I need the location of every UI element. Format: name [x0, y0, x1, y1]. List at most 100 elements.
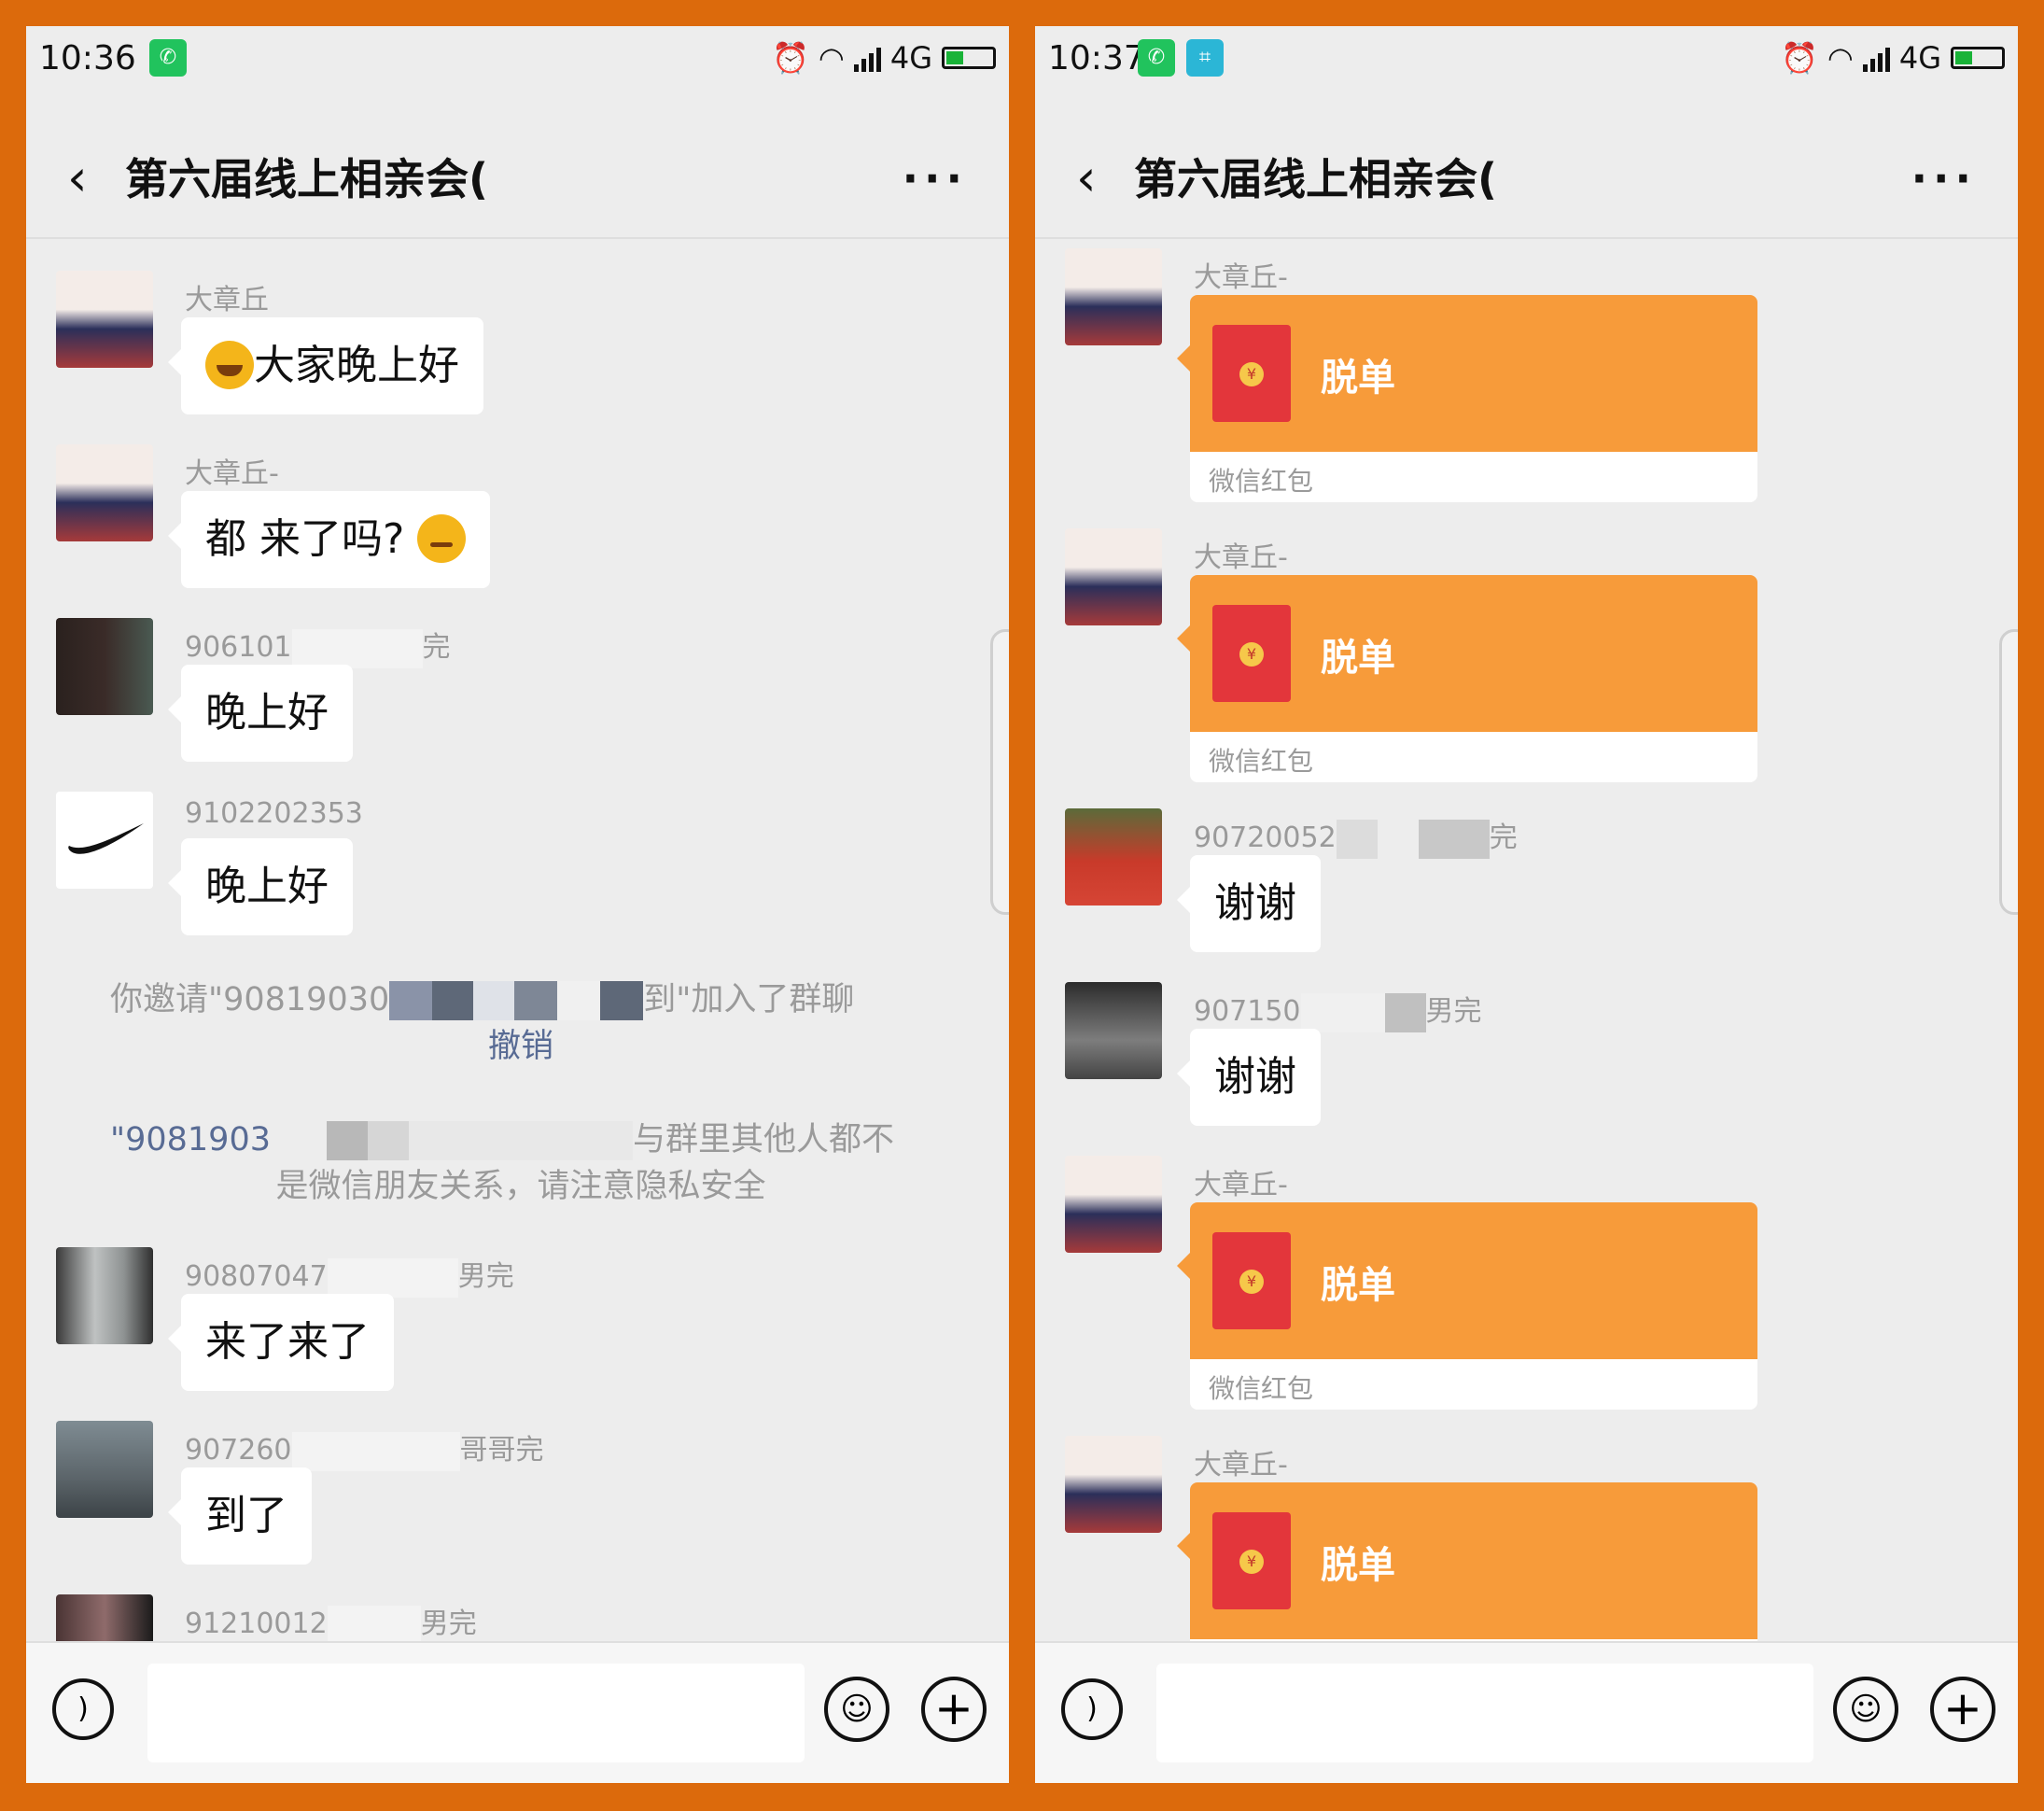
more-dots-icon[interactable]: ··· — [903, 153, 968, 204]
status-bar: 10:36 ✆ ⏰ ◠ 4G — [26, 26, 1009, 119]
sender-name: 906101 完 — [185, 624, 451, 668]
sender-name: 大章丘- — [1194, 261, 1288, 294]
wechat-notification-icon: ✆ — [1138, 39, 1175, 77]
system-message-privacy: "9081903 与群里其他人都不 是微信朋友关系，请注意隐私安全 — [110, 1121, 894, 1205]
message-list[interactable]: 大章丘- ¥ 脱单 微信红包 大章丘- ¥ 脱单 微信红包 90720052 完… — [1035, 237, 2018, 1671]
wechat-notification-icon: ✆ — [149, 39, 187, 77]
chat-title: 第六届线上相亲会( — [1134, 154, 1498, 204]
red-packet[interactable]: ¥ 脱单 微信红包 — [1190, 575, 1757, 782]
status-bar: 10:37 ✆ ⌗ ⏰ ◠ 4G — [1035, 26, 2018, 119]
sender-name: 大章丘- — [185, 457, 279, 490]
chat-screen-left: 10:36 ✆ ⏰ ◠ 4G ‹ 第六届线上相亲会( ··· 大章丘 大家晚上好… — [26, 26, 1009, 1783]
message-bubble[interactable]: 来了来了 — [168, 1294, 394, 1391]
scan-notification-icon: ⌗ — [1186, 39, 1224, 77]
emoji-icon[interactable]: ☺ — [824, 1677, 889, 1742]
sender-name: 大章丘- — [1194, 1169, 1288, 1201]
chevron-left-icon[interactable]: ‹ — [1076, 153, 1110, 204]
signal-icon — [853, 44, 881, 72]
red-packet-title: 脱单 — [1321, 1264, 1395, 1307]
sender-name: 91210012 男完 — [185, 1600, 477, 1645]
sender-name: 9102202353 — [185, 797, 363, 830]
signal-icon — [1862, 44, 1890, 72]
red-envelope-icon: ¥ — [1212, 325, 1291, 422]
status-icons: ⏰ ◠ 4G — [1781, 39, 2005, 77]
revoke-link[interactable]: 撤销 — [488, 1028, 553, 1065]
message-list[interactable]: 大章丘 大家晚上好 大章丘- 都 来了吗? 906101 完 晚上好 910220… — [26, 237, 1009, 1671]
red-packet-label: 微信红包 — [1209, 746, 1314, 777]
emoji-icon[interactable]: ☺ — [1833, 1677, 1898, 1742]
message-input[interactable] — [1156, 1664, 1813, 1762]
sender-name: 90807047 男完 — [185, 1253, 514, 1298]
voice-icon[interactable]: ) — [1061, 1678, 1123, 1740]
plus-icon[interactable]: + — [921, 1677, 987, 1742]
bubble-tail — [1177, 1253, 1190, 1279]
voice-icon[interactable]: ) — [52, 1678, 114, 1740]
more-dots-icon[interactable]: ··· — [1911, 153, 1977, 204]
message-text: 大家晚上好 — [254, 342, 459, 389]
wifi-icon: ◠ — [818, 40, 845, 76]
message-bubble[interactable]: 谢谢 — [1177, 1029, 1321, 1126]
sender-name: 大章丘- — [1194, 541, 1288, 574]
message-text: 来了来了 — [205, 1318, 370, 1366]
red-packet[interactable]: ¥ 脱单 微信红包 — [1190, 295, 1757, 502]
red-packet-title: 脱单 — [1321, 637, 1395, 680]
battery-icon — [942, 47, 996, 69]
message-input[interactable] — [147, 1664, 805, 1762]
bubble-tail — [1177, 345, 1190, 372]
message-bubble[interactable]: 谢谢 — [1177, 855, 1321, 952]
grin-emoji-icon — [205, 341, 254, 389]
avatar[interactable] — [56, 1247, 153, 1344]
avatar[interactable] — [1065, 248, 1162, 345]
bubble-tail — [1177, 1533, 1190, 1559]
avatar[interactable] — [56, 792, 153, 889]
red-packet-label: 微信红包 — [1209, 466, 1314, 497]
nav-bar: ‹ 第六届线上相亲会( ··· — [26, 119, 1009, 239]
status-icons: ⏰ ◠ 4G — [772, 39, 996, 77]
network-type: 4G — [889, 40, 932, 76]
status-time: 10:36 — [39, 39, 136, 77]
avatar[interactable] — [56, 444, 153, 541]
red-envelope-icon: ¥ — [1212, 1232, 1291, 1329]
chat-title: 第六届线上相亲会( — [125, 154, 489, 204]
scroll-handle[interactable] — [1999, 629, 2018, 915]
message-text: 到了 — [205, 1492, 287, 1539]
chevron-left-icon[interactable]: ‹ — [67, 153, 101, 204]
plus-icon[interactable]: + — [1930, 1677, 1995, 1742]
message-text: 谢谢 — [1214, 879, 1296, 927]
avatar[interactable] — [56, 618, 153, 715]
message-bubble[interactable]: 大家晚上好 — [168, 317, 483, 414]
avatar[interactable] — [56, 1421, 153, 1518]
smirk-emoji-icon — [417, 514, 467, 563]
message-text: 都 来了吗? — [205, 515, 405, 563]
avatar[interactable] — [1065, 982, 1162, 1079]
message-text: 晚上好 — [205, 689, 329, 737]
red-packet-title: 脱单 — [1321, 1544, 1395, 1587]
message-text: 谢谢 — [1214, 1053, 1296, 1101]
avatar[interactable] — [1065, 1156, 1162, 1253]
red-envelope-icon: ¥ — [1212, 605, 1291, 702]
system-message-invite: 你邀请"90819030 到"加入了群聊 撤销 — [110, 981, 855, 1065]
message-bubble[interactable]: 都 来了吗? — [167, 491, 491, 588]
avatar[interactable] — [1065, 1436, 1162, 1533]
status-time: 10:37 — [1048, 39, 1145, 77]
red-packet-label: 微信红包 — [1209, 1373, 1314, 1404]
sender-name: 大章丘- — [1194, 1449, 1288, 1481]
sender-name: 90720052 完 — [1194, 814, 1518, 859]
sender-name: 907260 哥哥完 — [185, 1426, 544, 1471]
message-bubble[interactable]: 晚上好 — [168, 665, 353, 762]
network-type: 4G — [1898, 40, 1941, 76]
sender-name: 大章丘 — [185, 284, 269, 316]
avatar[interactable] — [56, 271, 153, 368]
message-bubble[interactable]: 晚上好 — [168, 838, 353, 935]
scroll-handle[interactable] — [990, 629, 1009, 915]
red-packet[interactable]: ¥ 脱单 微信红包 — [1190, 1202, 1757, 1410]
swoosh-logo-icon — [68, 823, 144, 854]
avatar[interactable] — [1065, 528, 1162, 625]
message-bubble[interactable]: 到了 — [168, 1467, 312, 1565]
alarm-icon: ⏰ — [1781, 40, 1818, 76]
avatar[interactable] — [1065, 808, 1162, 906]
input-bar: ) ☺ + — [26, 1641, 1009, 1783]
chat-screen-right: 10:37 ✆ ⌗ ⏰ ◠ 4G ‹ 第六届线上相亲会( ··· 大章丘- ¥ … — [1035, 26, 2018, 1783]
alarm-icon: ⏰ — [772, 40, 809, 76]
input-bar: ) ☺ + — [1035, 1641, 2018, 1783]
